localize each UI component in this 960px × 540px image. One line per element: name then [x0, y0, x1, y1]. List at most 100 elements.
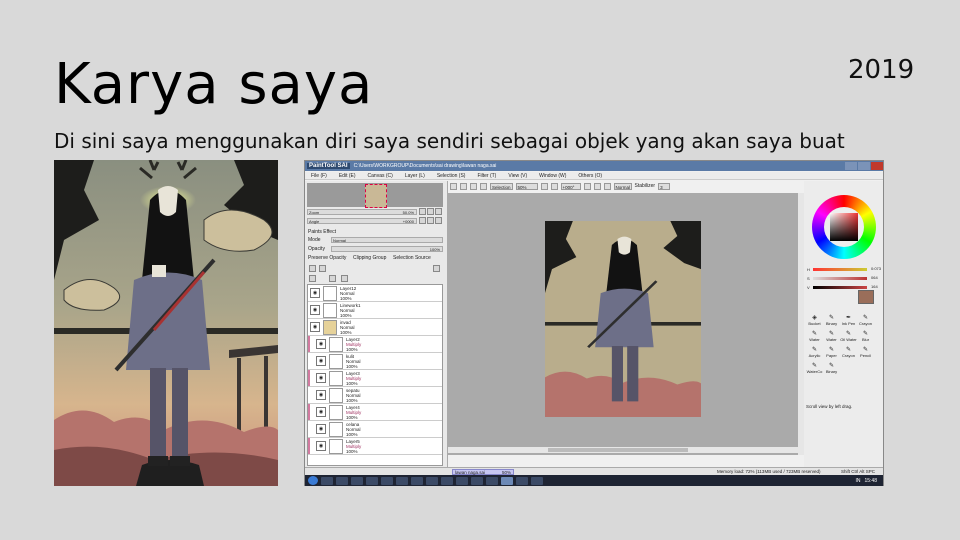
taskbar-app-icon[interactable]: [471, 476, 483, 485]
visibility-icon[interactable]: ◉: [310, 322, 320, 332]
stabilizer-select[interactable]: 3: [658, 182, 671, 190]
zoom-out-button[interactable]: [419, 208, 426, 215]
tool-binary[interactable]: ✎ Binary: [823, 315, 840, 327]
taskbar-app-icon[interactable]: [531, 476, 543, 485]
taskbar-app-icon[interactable]: [381, 476, 393, 485]
tool-paper[interactable]: ✎ Paper: [823, 347, 840, 359]
menu-canvas[interactable]: Canvas (C): [368, 173, 393, 179]
visibility-icon[interactable]: ◉: [316, 424, 326, 434]
undo-icon[interactable]: [450, 182, 457, 190]
menu-window[interactable]: Window (W): [539, 173, 566, 179]
tool-crayon-2[interactable]: ✎ Crayon: [840, 347, 857, 359]
taskbar-sai-icon[interactable]: [501, 476, 513, 485]
value-slider[interactable]: V 164: [807, 284, 878, 290]
menu-selection[interactable]: Selection (S): [437, 173, 466, 179]
menu-file[interactable]: File (F): [311, 173, 327, 179]
tool-acrylic[interactable]: ✎ Acrylic: [806, 347, 823, 359]
rotate-right-button[interactable]: [427, 217, 434, 224]
taskbar-app-icon[interactable]: [351, 476, 363, 485]
visibility-icon[interactable]: ◉: [316, 356, 326, 366]
layer-item[interactable]: ◉ Layer3 Multiply 100%: [308, 370, 442, 387]
layer-item[interactable]: ◉ Layer5 Multiply 100%: [308, 438, 442, 455]
preserve-opacity-checkbox[interactable]: Preserve Opacity: [308, 255, 346, 261]
visibility-icon[interactable]: ◉: [316, 390, 326, 400]
tool-crayon[interactable]: ✎ Crayon: [857, 315, 874, 327]
angle-slider[interactable]: Angle +0000: [307, 218, 417, 224]
flip-icon[interactable]: [603, 182, 611, 190]
taskbar-app-icon[interactable]: [456, 476, 468, 485]
layer-item[interactable]: ◉ Layer2 Multiply 100%: [308, 336, 442, 353]
visibility-icon[interactable]: ◉: [310, 305, 320, 315]
opacity-slider[interactable]: 100%: [331, 246, 443, 252]
deselect-icon[interactable]: [470, 182, 477, 190]
clipping-group-checkbox[interactable]: Clipping Group: [353, 255, 386, 261]
taskbar-app-icon[interactable]: [411, 476, 423, 485]
delete-layer-icon[interactable]: [341, 275, 348, 282]
layer-item[interactable]: ◉ celana Normal 100%: [308, 421, 442, 438]
scrollbar-thumb[interactable]: [548, 448, 688, 452]
tool-binary-2[interactable]: ✎ Binary: [823, 363, 840, 375]
invert-selection-icon[interactable]: [480, 182, 487, 190]
new-folder-icon[interactable]: [309, 275, 316, 282]
angle-select[interactable]: +000°: [560, 182, 581, 190]
layer-mask-icon[interactable]: [433, 265, 440, 272]
color-wheel[interactable]: [812, 195, 876, 259]
start-button[interactable]: [308, 476, 318, 485]
blend-mode-select[interactable]: Normal: [331, 237, 443, 243]
zoom-in-icon[interactable]: [550, 182, 558, 190]
taskbar-app-icon[interactable]: [516, 476, 528, 485]
layer-item[interactable]: ◉ Layer12 Normal 100%: [308, 285, 442, 302]
taskbar-app-icon[interactable]: [321, 476, 333, 485]
menu-layer[interactable]: Layer (L): [405, 173, 425, 179]
zoom-select[interactable]: 50%: [515, 182, 538, 190]
canvas-area[interactable]: [448, 193, 798, 455]
tool-water[interactable]: ✎ Water: [806, 331, 823, 343]
hue-slider[interactable]: H 0:073: [807, 266, 881, 272]
navigator-preview[interactable]: [307, 183, 443, 208]
paints-effect-label[interactable]: Paints Effect: [308, 229, 336, 235]
clock[interactable]: 15:48: [864, 478, 877, 484]
layer-item[interactable]: ◉ Linework1 Normal 100%: [308, 302, 442, 319]
zoom-out-icon[interactable]: [540, 182, 548, 190]
tool-water-2[interactable]: ✎ Water: [823, 331, 840, 343]
taskbar-app-icon[interactable]: [336, 476, 348, 485]
rotate-left-icon[interactable]: [583, 182, 591, 190]
zoom-reset-button[interactable]: [435, 208, 442, 215]
zoom-in-button[interactable]: [427, 208, 434, 215]
merge-layer-icon[interactable]: [329, 275, 336, 282]
visibility-icon[interactable]: ◉: [310, 288, 320, 298]
rotate-left-button[interactable]: [419, 217, 426, 224]
tool-ink-pen[interactable]: ✒ Ink Pen: [840, 315, 857, 327]
close-button[interactable]: [871, 162, 883, 170]
zoom-slider[interactable]: Zoom 50.0%: [307, 209, 417, 215]
taskbar-app-icon[interactable]: [396, 476, 408, 485]
layer-item[interactable]: ◉ sepatu Normal 100%: [308, 387, 442, 404]
horizontal-scrollbar[interactable]: [448, 447, 798, 453]
language-indicator[interactable]: IN: [855, 478, 860, 484]
layer-folder[interactable]: ◉ invad Normal 100%: [308, 319, 442, 336]
visibility-icon[interactable]: ◉: [316, 407, 326, 417]
new-layer-icon[interactable]: [309, 265, 316, 272]
minimize-button[interactable]: [845, 162, 857, 170]
taskbar-app-icon[interactable]: [366, 476, 378, 485]
visibility-icon[interactable]: ◉: [316, 441, 326, 451]
visibility-icon[interactable]: ◉: [316, 339, 326, 349]
layer-item[interactable]: ◉ kulit Normal 100%: [308, 353, 442, 370]
tool-pencil[interactable]: ✎ Pencil: [857, 347, 874, 359]
tool-blur[interactable]: ✎ Blur: [857, 331, 874, 343]
taskbar-app-icon[interactable]: [426, 476, 438, 485]
current-color-swatch[interactable]: [858, 290, 874, 304]
selection-toggle[interactable]: Selection: [490, 182, 513, 190]
menu-view[interactable]: View (V): [508, 173, 527, 179]
taskbar-app-icon[interactable]: [486, 476, 498, 485]
tool-oil-water[interactable]: ✎ Oil Water: [840, 331, 857, 343]
layer-item[interactable]: ◉ Layer4 Multiply 100%: [308, 404, 442, 421]
rotate-reset-button[interactable]: [435, 217, 442, 224]
blend-select[interactable]: Normal: [613, 182, 632, 190]
visibility-icon[interactable]: ◉: [316, 373, 326, 383]
rotate-right-icon[interactable]: [593, 182, 601, 190]
new-linework-icon[interactable]: [319, 265, 326, 272]
taskbar-app-icon[interactable]: [441, 476, 453, 485]
menu-others[interactable]: Others (O): [578, 173, 602, 179]
menu-filter[interactable]: Filter (T): [477, 173, 496, 179]
